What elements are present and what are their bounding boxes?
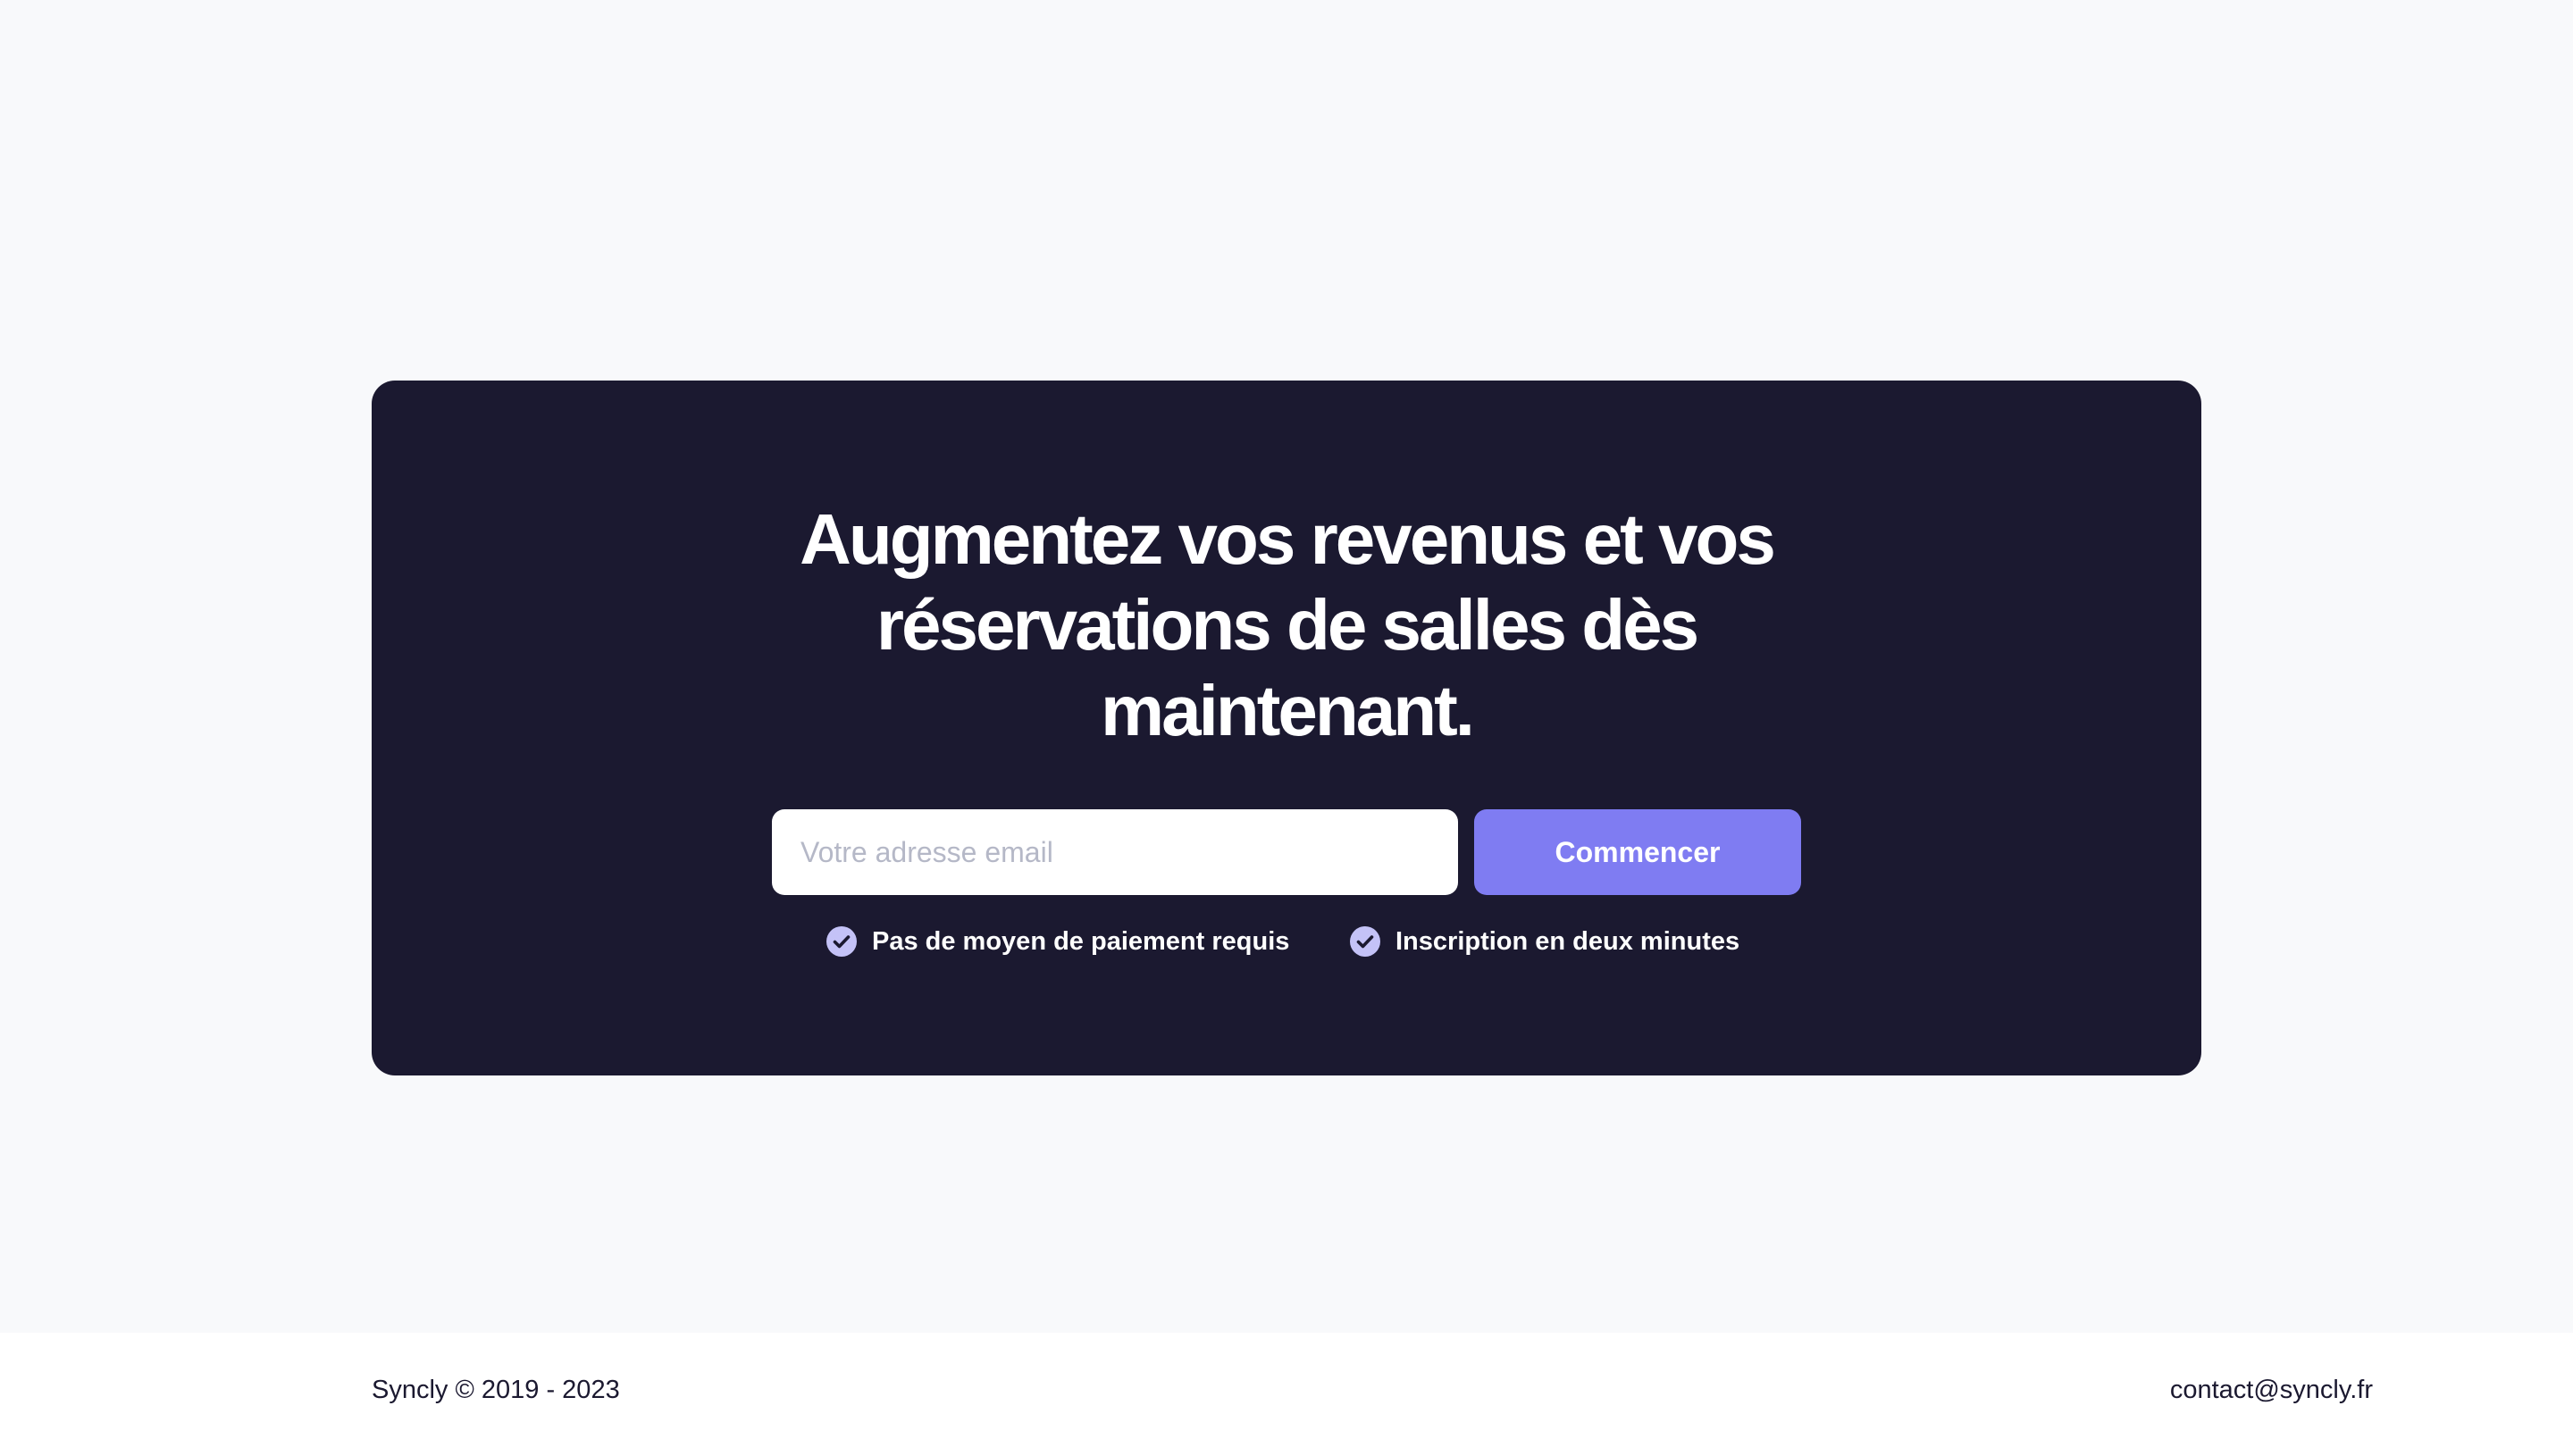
cta-title-line-1: Augmentez vos revenus et vos bbox=[800, 499, 1776, 579]
check-circle-icon bbox=[1349, 925, 1381, 958]
footer-contact-link[interactable]: contact@syncly.fr bbox=[2170, 1376, 2373, 1405]
perk-no-payment: Pas de moyen de paiement requis bbox=[826, 925, 1289, 958]
footer-copyright: Syncly © 2019 - 2023 bbox=[372, 1376, 620, 1404]
perk-label: Pas de moyen de paiement requis bbox=[872, 926, 1290, 956]
perk-label: Inscription en deux minutes bbox=[1395, 926, 1740, 956]
cta-title-line-3: maintenant. bbox=[1101, 671, 1475, 750]
check-circle-icon bbox=[826, 925, 858, 958]
cta-card: Augmentez vos revenus et vos réservation… bbox=[372, 381, 2201, 1075]
email-input[interactable] bbox=[772, 809, 1458, 895]
start-button[interactable]: Commencer bbox=[1474, 809, 1801, 895]
cta-title: Augmentez vos revenus et vos réservation… bbox=[372, 497, 2201, 754]
perk-quick-signup: Inscription en deux minutes bbox=[1349, 925, 1739, 958]
footer: Syncly © 2019 - 2023 contact@syncly.fr bbox=[0, 1333, 2573, 1456]
page-background: Augmentez vos revenus et vos réservation… bbox=[0, 0, 2573, 1333]
cta-title-line-2: réservations de salles dès bbox=[876, 585, 1699, 665]
